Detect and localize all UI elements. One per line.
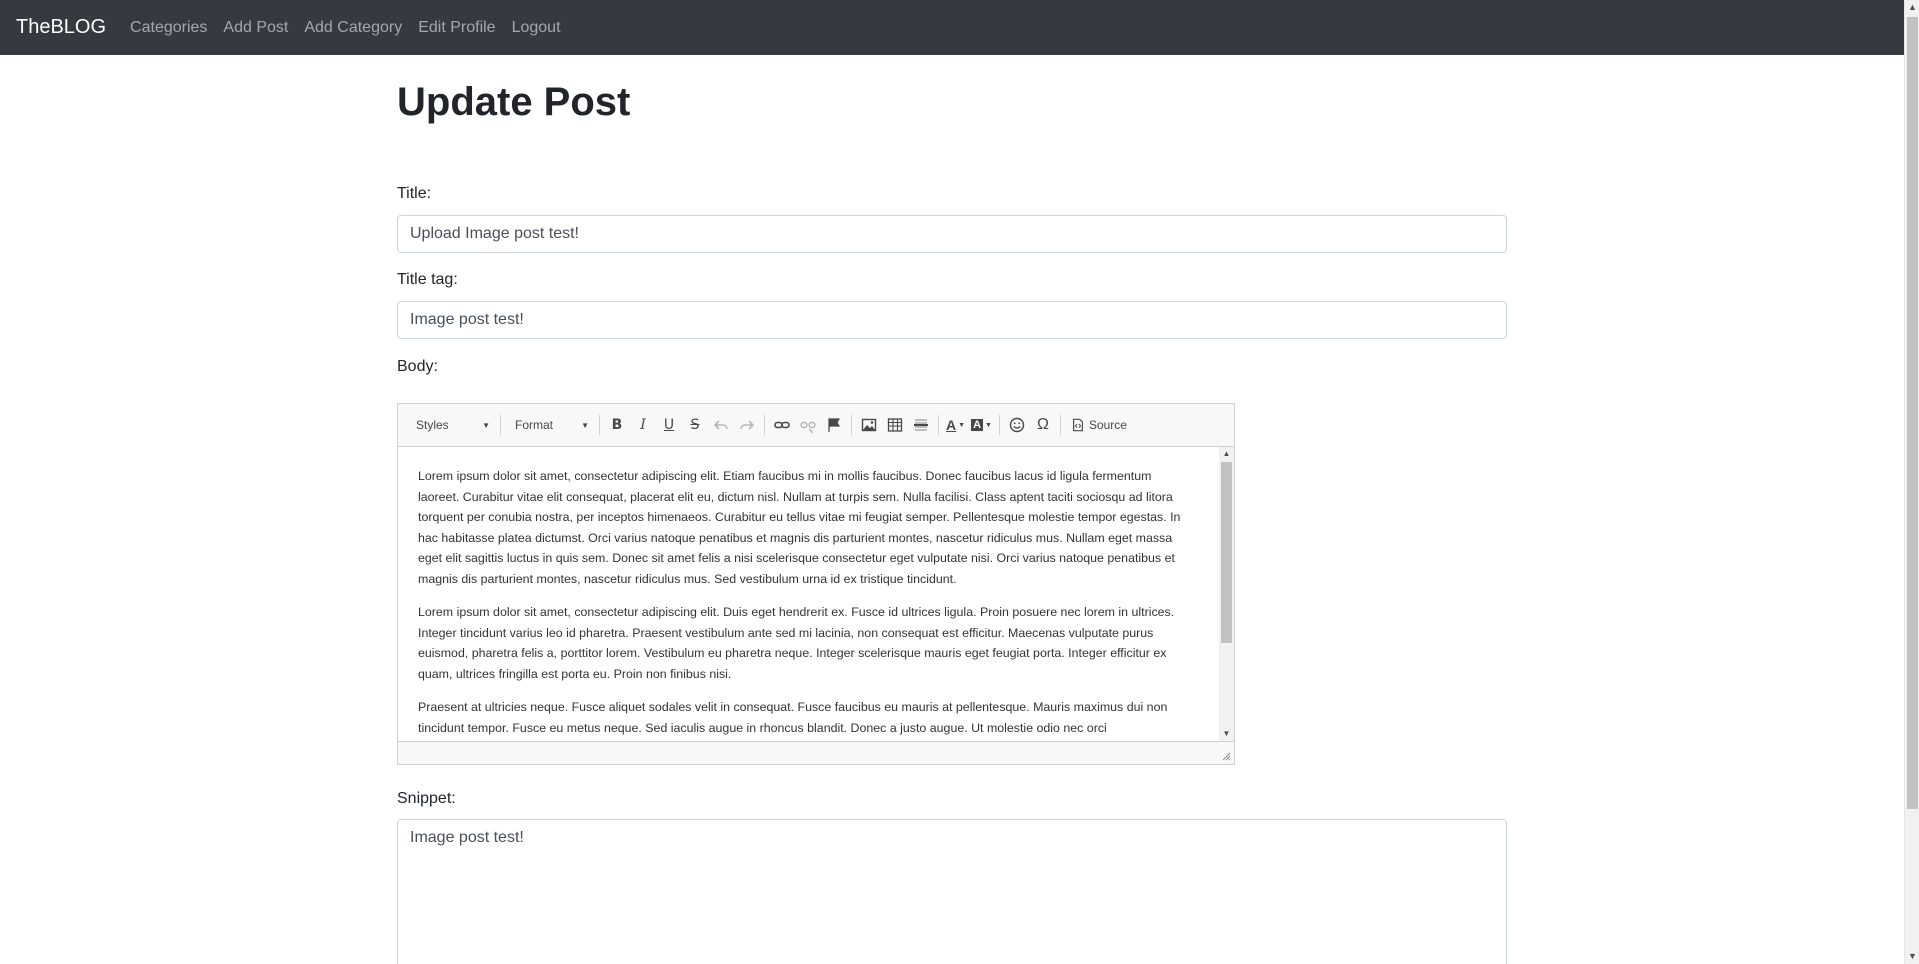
smiley-icon[interactable]: [1004, 412, 1030, 438]
toolbar-separator: [938, 415, 939, 435]
italic-icon[interactable]: I: [630, 412, 656, 438]
editor-paragraph: Lorem ipsum dolor sit amet, consectetur …: [418, 605, 1175, 681]
source-button-label: Source: [1088, 418, 1127, 432]
editor-paragraph: Praesent at ultricies neque. Fusce aliqu…: [418, 700, 1168, 735]
caret-down-icon: ▼: [985, 421, 992, 429]
title-label: Title:: [397, 185, 432, 202]
source-icon: [1073, 418, 1083, 432]
horizontal-line-icon[interactable]: [908, 412, 934, 438]
scroll-down-icon[interactable]: ▼: [1905, 949, 1919, 964]
editor-paragraph: Lorem ipsum dolor sit amet, consectetur …: [418, 469, 1181, 586]
image-icon[interactable]: [856, 412, 882, 438]
styles-dropdown-label: Styles: [416, 418, 449, 432]
text-color-icon: A: [946, 417, 957, 433]
strikethrough-icon[interactable]: S: [682, 412, 708, 438]
snippet-label: Snippet:: [397, 790, 456, 807]
body-label: Body:: [397, 358, 438, 375]
resize-handle-icon[interactable]: [1221, 751, 1231, 761]
unlink-icon[interactable]: [795, 412, 821, 438]
brand-link[interactable]: TheBLOG: [16, 16, 106, 39]
caret-down-icon: ▼: [482, 420, 490, 430]
source-button[interactable]: Source: [1065, 418, 1133, 432]
nav-link-edit-profile[interactable]: Edit Profile: [418, 19, 495, 37]
page-title: Update Post: [397, 80, 631, 124]
scroll-up-icon[interactable]: ▲: [1219, 447, 1234, 461]
title-input[interactable]: [397, 215, 1507, 253]
page-scrollbar[interactable]: ▲ ▼: [1904, 0, 1919, 964]
editor-footer: [398, 741, 1234, 764]
toolbar-separator: [998, 415, 1000, 435]
format-dropdown[interactable]: Format ▼: [505, 412, 595, 438]
page-scrollbar-thumb[interactable]: [1907, 17, 1918, 809]
underline-icon[interactable]: U: [656, 412, 682, 438]
editor-scrollbar[interactable]: ▲ ▼: [1219, 447, 1234, 741]
toolbar-separator: [764, 415, 765, 435]
format-dropdown-label: Format: [515, 418, 554, 432]
styles-dropdown[interactable]: Styles ▼: [406, 412, 496, 438]
nav-link-add-category[interactable]: Add Category: [304, 19, 402, 37]
nav-link-logout[interactable]: Logout: [512, 19, 561, 37]
toolbar-separator: [500, 415, 501, 435]
editor-content[interactable]: Lorem ipsum dolor sit amet, consectetur …: [398, 447, 1218, 738]
scroll-down-icon[interactable]: ▼: [1219, 727, 1234, 741]
table-icon[interactable]: [882, 412, 908, 438]
body-editor: Styles ▼ Format ▼ B I U S A ▼ A ▼ Ω Sour…: [397, 403, 1235, 765]
toolbar-separator: [1059, 415, 1061, 435]
toolbar-separator: [851, 415, 852, 435]
redo-icon[interactable]: [734, 412, 760, 438]
link-icon[interactable]: [769, 412, 795, 438]
editor-scrollbar-thumb[interactable]: [1221, 462, 1232, 643]
navbar: TheBLOG Categories Add Post Add Category…: [0, 0, 1904, 55]
text-color-dropdown[interactable]: A ▼: [943, 412, 968, 438]
undo-icon[interactable]: [708, 412, 734, 438]
background-color-icon: A: [971, 419, 984, 431]
anchor-flag-icon[interactable]: [821, 412, 847, 438]
editor-toolbar: Styles ▼ Format ▼ B I U S A ▼ A ▼ Ω Sour…: [398, 404, 1234, 447]
toolbar-separator: [599, 415, 600, 435]
nav-link-add-post[interactable]: Add Post: [223, 19, 288, 37]
background-color-dropdown[interactable]: A ▼: [968, 412, 995, 438]
caret-down-icon: ▼: [958, 421, 966, 429]
title-tag-input[interactable]: [397, 301, 1507, 339]
nav-link-categories[interactable]: Categories: [130, 19, 207, 37]
scroll-up-icon[interactable]: ▲: [1905, 0, 1919, 15]
editor-content-area[interactable]: Lorem ipsum dolor sit amet, consectetur …: [398, 447, 1234, 741]
special-character-icon[interactable]: Ω: [1030, 412, 1056, 438]
bold-icon[interactable]: B: [604, 412, 630, 438]
caret-down-icon: ▼: [581, 420, 589, 430]
title-tag-label: Title tag:: [397, 271, 458, 288]
snippet-textarea[interactable]: Image post test!: [397, 819, 1507, 964]
